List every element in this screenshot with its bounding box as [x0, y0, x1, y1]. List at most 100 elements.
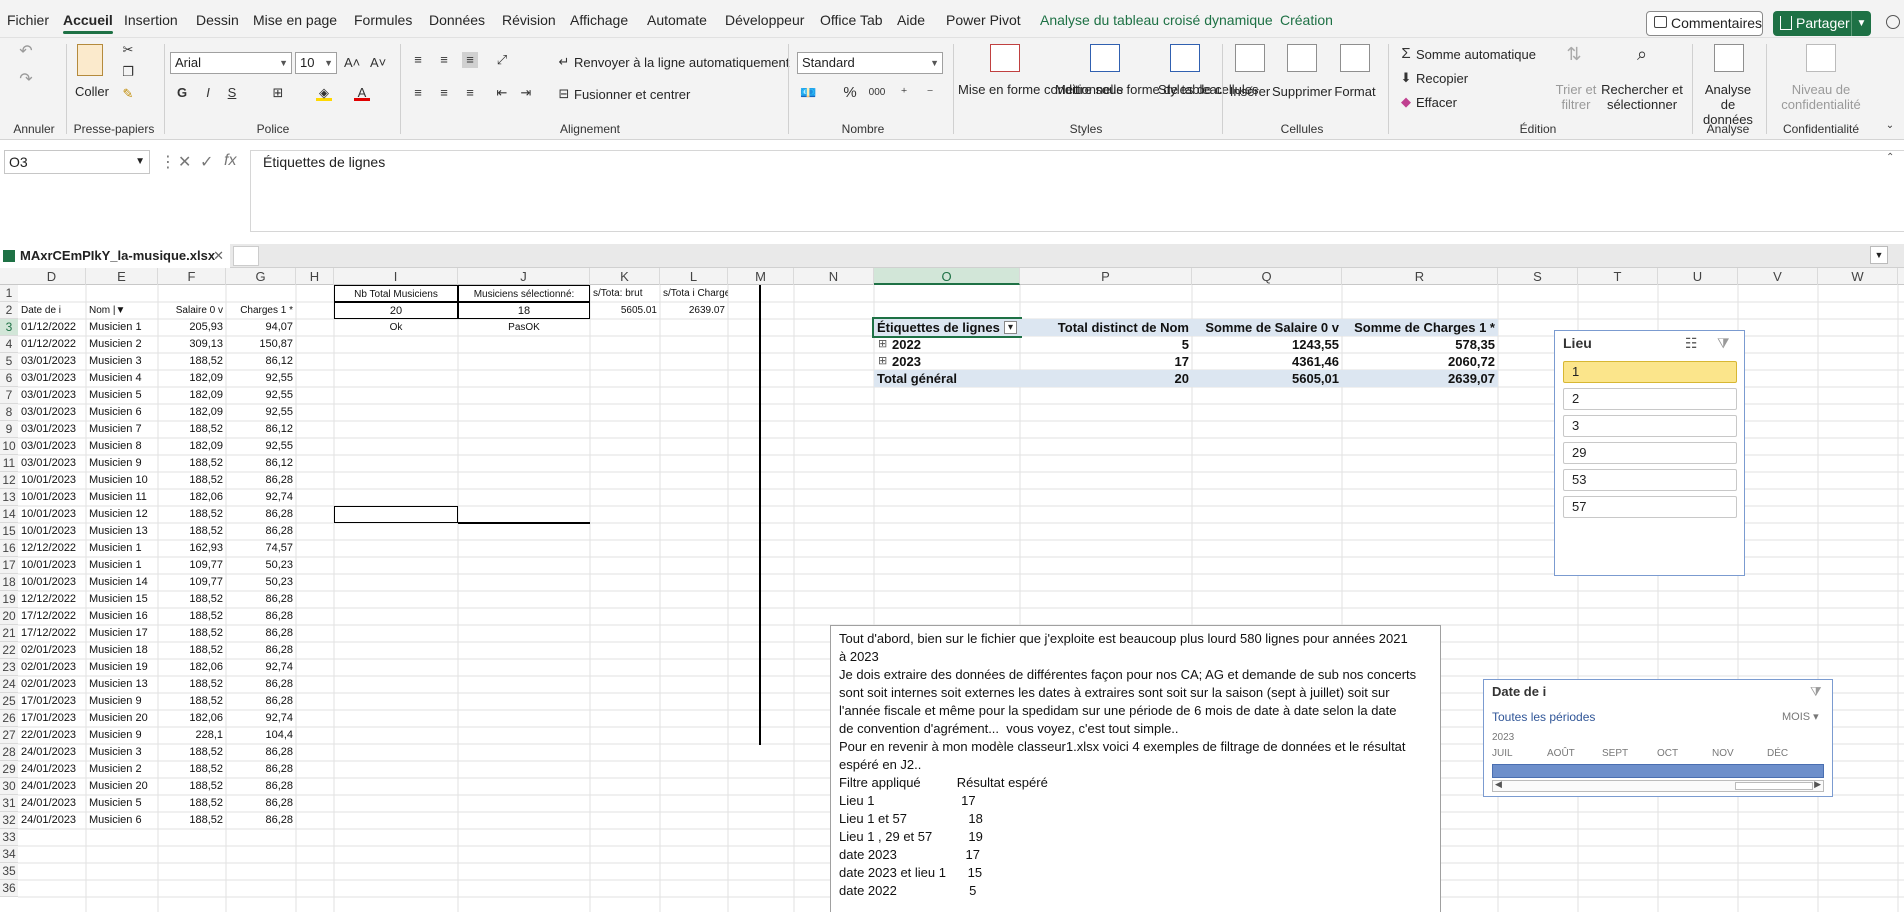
table-cell[interactable]: 182,09 [158, 387, 226, 404]
table-cell[interactable]: Musicien 5 [86, 795, 158, 812]
pivot-total[interactable]: 5605,01 [1192, 370, 1342, 387]
row-header[interactable]: 20 [0, 608, 18, 625]
italic-button[interactable]: I [200, 85, 216, 101]
slicer-item[interactable]: 3 [1563, 415, 1737, 437]
table-cell[interactable]: 12/12/2022 [18, 591, 86, 608]
table-cell[interactable]: Musicien 1 [86, 540, 158, 557]
summary-value[interactable]: 20 [334, 302, 458, 319]
row-header[interactable]: 11 [0, 455, 18, 472]
row-header[interactable]: 22 [0, 642, 18, 659]
table-cell[interactable]: 24/01/2023 [18, 761, 86, 778]
function-icon[interactable]: fx [224, 152, 236, 170]
format-as-table-button[interactable]: Mettre sous forme de tableau [1055, 82, 1224, 97]
row-header[interactable]: 7 [0, 387, 18, 404]
tab-accueil[interactable]: Accueil [63, 10, 113, 34]
column-header[interactable]: N [794, 268, 874, 285]
column-header[interactable]: S [1498, 268, 1578, 285]
table-cell[interactable]: 92,55 [226, 387, 296, 404]
name-box[interactable]: O3 ▼ [4, 150, 150, 174]
table-cell[interactable]: 188,52 [158, 693, 226, 710]
table-cell[interactable]: 182,09 [158, 370, 226, 387]
pivot-cell[interactable]: 17 [1020, 353, 1192, 370]
pivot-row-label[interactable]: 2022 [874, 336, 1020, 353]
timeline-bar[interactable] [1492, 764, 1824, 778]
table-cell[interactable]: 86,28 [226, 761, 296, 778]
cancel-icon[interactable]: ✕ [178, 152, 191, 172]
table-cell[interactable]: 86,28 [226, 676, 296, 693]
align-left-icon[interactable]: ≡ [410, 85, 426, 101]
row-header[interactable]: 15 [0, 523, 18, 540]
row-header[interactable]: 36 [0, 880, 18, 897]
format-as-table-icon[interactable] [1090, 44, 1120, 72]
column-header[interactable]: M [728, 268, 794, 285]
table-cell[interactable]: 10/01/2023 [18, 557, 86, 574]
cell-styles-icon[interactable] [1170, 44, 1200, 72]
table-cell[interactable]: Musicien 18 [86, 642, 158, 659]
autosum-button[interactable]: Somme automatique [1416, 47, 1536, 62]
align-top-icon[interactable]: ≡ [410, 52, 426, 68]
sensitivity-icon[interactable] [1806, 44, 1836, 72]
row-header[interactable]: 33 [0, 829, 18, 846]
wrap-text-button[interactable]: Renvoyer à la ligne automatiquement [574, 55, 789, 70]
tab-insertion[interactable]: Insertion [124, 10, 178, 30]
orientation-icon[interactable]: ⤢ [494, 52, 510, 68]
cell-styles-button[interactable]: Styles de cellules [1158, 82, 1258, 97]
sensitivity-button[interactable]: Niveau de confidentialité [1772, 82, 1870, 112]
column-header[interactable]: R [1342, 268, 1498, 285]
table-cell[interactable]: 74,57 [226, 540, 296, 557]
table-cell[interactable]: 86,28 [226, 591, 296, 608]
table-cell[interactable]: 182,09 [158, 438, 226, 455]
table-cell[interactable]: 01/12/2022 [18, 319, 86, 336]
conditional-format-button[interactable]: Mise en forme conditionnelle [958, 82, 1123, 97]
column-header[interactable]: W [1818, 268, 1898, 285]
table-cell[interactable]: 86,28 [226, 795, 296, 812]
table-cell[interactable]: 188,52 [158, 523, 226, 540]
table-cell[interactable]: 50,23 [226, 557, 296, 574]
table-cell[interactable]: 03/01/2023 [18, 455, 86, 472]
row-header[interactable]: 34 [0, 846, 18, 863]
pivot-cell[interactable]: 1243,55 [1192, 336, 1342, 353]
summary-status[interactable]: PasOK [458, 319, 590, 336]
table-cell[interactable]: 24/01/2023 [18, 812, 86, 829]
table-cell[interactable]: 86,12 [226, 421, 296, 438]
table-cell[interactable]: 150,87 [226, 336, 296, 353]
pivot-cell[interactable]: 578,35 [1342, 336, 1498, 353]
row-header[interactable]: 10 [0, 438, 18, 455]
insert-cells-button[interactable]: Insérer [1225, 84, 1275, 99]
row-header[interactable]: 24 [0, 676, 18, 693]
slicer-lieu[interactable]: Lieu ☷ ⧩ 1 2 3 29 53 57 [1554, 330, 1745, 576]
tab-office-tab[interactable]: Office Tab [820, 10, 883, 30]
table-cell[interactable]: Musicien 16 [86, 608, 158, 625]
row-header[interactable]: 18 [0, 574, 18, 591]
table-cell[interactable]: 86,12 [226, 353, 296, 370]
font-shrink-icon[interactable]: A˅ [370, 55, 386, 71]
analyze-data-button[interactable]: Analyse de données [1696, 82, 1760, 127]
table-cell[interactable]: Musicien 6 [86, 404, 158, 421]
table-header[interactable]: Salaire 0 v [158, 302, 226, 319]
sort-filter-button[interactable]: Trier et filtrer [1552, 82, 1600, 112]
table-cell[interactable]: 182,09 [158, 404, 226, 421]
table-cell[interactable]: 24/01/2023 [18, 744, 86, 761]
table-cell[interactable]: 162,93 [158, 540, 226, 557]
row-header[interactable]: 35 [0, 863, 18, 880]
table-cell[interactable]: Musicien 20 [86, 710, 158, 727]
share-button[interactable]: Partager ▼ [1773, 11, 1871, 36]
pivot-header[interactable]: Somme de Salaire 0 v [1192, 319, 1342, 336]
table-cell[interactable]: 188,52 [158, 744, 226, 761]
timeline-month[interactable]: AOÛT [1547, 748, 1575, 759]
more-icon[interactable]: ⋮ [160, 152, 176, 172]
timeline-level-select[interactable]: MOIS ▾ [1782, 710, 1819, 723]
table-cell[interactable]: 86,28 [226, 608, 296, 625]
column-header[interactable]: P [1020, 268, 1192, 285]
table-cell[interactable]: 86,28 [226, 744, 296, 761]
tab-formules[interactable]: Formules [354, 10, 412, 30]
table-cell[interactable]: 03/01/2023 [18, 404, 86, 421]
row-header[interactable]: 3 [0, 319, 18, 336]
ribbon-collapse-icon[interactable]: ⌄ [1882, 118, 1898, 134]
table-cell[interactable]: 24/01/2023 [18, 778, 86, 795]
table-cell[interactable]: Musicien 1 [86, 319, 158, 336]
row-header[interactable]: 23 [0, 659, 18, 676]
slicer-item[interactable]: 53 [1563, 469, 1737, 491]
slicer-item[interactable]: 2 [1563, 388, 1737, 410]
tab-donnees[interactable]: Données [429, 10, 485, 30]
